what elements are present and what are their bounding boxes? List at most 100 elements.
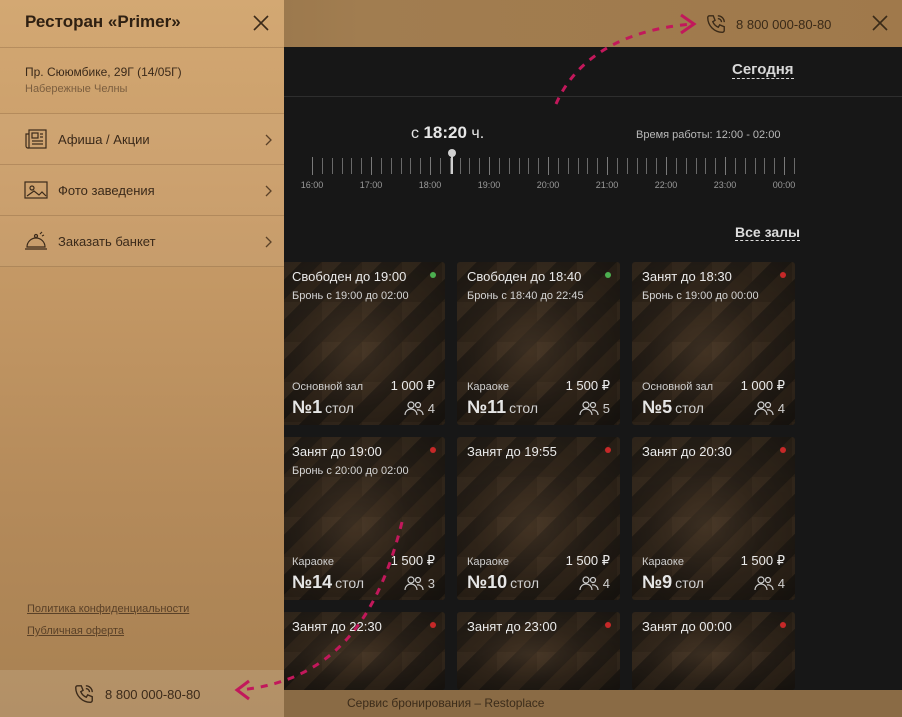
sidebar-menu: Афиша / Акции Фото заведения Заказать ба… [0, 114, 284, 267]
guests-icon [404, 401, 424, 416]
scale-tick [567, 158, 569, 174]
table-card[interactable]: Занят до 20:30 Караоке 1 500 ₽ №9 стол 4 [632, 437, 795, 600]
table-status: Занят до 18:30 [642, 269, 732, 284]
table-card[interactable]: Занят до 18:30 Бронь с 19:00 до 00:00 Осно… [632, 262, 795, 425]
phone-icon [707, 15, 725, 33]
scale-tick [675, 158, 677, 174]
table-hall: Караоке [467, 381, 509, 393]
scale-tick [321, 158, 323, 174]
guests-icon [754, 576, 774, 591]
table-card[interactable]: Свободен до 18:40 Бронь с 18:40 до 22:45 К… [457, 262, 620, 425]
scale-tick [548, 157, 549, 175]
guests-icon [579, 401, 599, 416]
time-prefix: с [411, 125, 419, 142]
close-icon[interactable] [251, 13, 271, 33]
cloche-icon [25, 231, 47, 250]
scale-tick [646, 158, 648, 174]
all-halls-filter[interactable]: Все залы [735, 225, 800, 241]
table-number-value: №9 [642, 572, 673, 592]
scale-tick [764, 158, 766, 174]
table-number: №11 стол [467, 397, 538, 418]
header-phone-link[interactable]: 8 800 000-80-80 [705, 13, 831, 35]
scale-tick [459, 158, 461, 174]
scale-tick [508, 158, 510, 174]
table-number: №1 стол [292, 397, 354, 418]
scale-tick [725, 157, 726, 175]
date-selector-today[interactable]: Сегодня [732, 61, 794, 79]
seats-count: 4 [777, 575, 785, 591]
scale-tick [666, 157, 667, 175]
table-seats: 4 [754, 400, 785, 416]
guests-icon [404, 576, 424, 591]
sidebar-item-photos[interactable]: Фото заведения [0, 165, 284, 216]
table-card[interactable]: Занят до 19:55 Караоке 1 500 ₽ №10 стол 4 [457, 437, 620, 600]
table-seats: 4 [579, 575, 610, 591]
scale-tick [685, 158, 687, 174]
scale-hour-label: 17:00 [359, 180, 383, 190]
sidebar-phone-link[interactable]: 8 800 000-80-80 [73, 683, 200, 705]
table-card[interactable]: Свободен до 19:00 Бронь с 19:00 до 02:00 О… [282, 262, 445, 425]
status-indicator [430, 272, 436, 278]
scale-tick [577, 158, 579, 174]
table-status: Занят до 22:30 [292, 619, 382, 634]
chevron-right-icon [265, 185, 272, 197]
table-card[interactable]: Занят до 22:30 [282, 612, 445, 690]
selected-time-label: с 18:20 ч. [411, 123, 484, 143]
scale-tick [390, 158, 392, 174]
scale-tick [656, 158, 658, 174]
public-offer-link[interactable]: Публичная оферта [27, 625, 124, 637]
scale-tick [715, 158, 717, 174]
scale-tick [774, 158, 776, 174]
sidebar-item-afisha[interactable]: Афиша / Акции [0, 114, 284, 165]
scale-tick [705, 158, 707, 174]
table-unit: стол [509, 400, 538, 416]
scale-tick [361, 158, 363, 174]
time-value: 18:20 [423, 123, 467, 142]
sidebar-item-label: Афиша / Акции [58, 131, 150, 147]
table-status: Свободен до 19:00 [292, 269, 407, 284]
scale-tick [744, 158, 746, 174]
guests-icon [754, 401, 774, 416]
seats-count: 4 [427, 400, 435, 416]
table-unit: стол [325, 400, 354, 416]
table-unit: стол [335, 575, 364, 591]
scale-tick [754, 158, 756, 174]
scale-tick [597, 158, 599, 174]
status-indicator [780, 622, 786, 628]
time-scale-slider[interactable]: 16:00 17:00 18:00 19:00 20:00 21:00 22:00 23:00… [294, 149, 795, 190]
work-hours: Время работы: 12:00 - 02:00 [636, 129, 781, 141]
scale-tick [312, 157, 313, 175]
scale-hour-label: 16:00 [300, 180, 324, 190]
guests-icon [579, 576, 599, 591]
table-unit: стол [510, 575, 539, 591]
sidebar-phone-bar: 8 800 000-80-80 [0, 670, 284, 717]
seats-count: 3 [427, 575, 435, 591]
table-price: 1 000 ₽ [740, 378, 785, 393]
restaurant-city: Набережные Челны [25, 83, 128, 95]
seats-count: 4 [602, 575, 610, 591]
privacy-policy-link[interactable]: Политика конфиденциальности [27, 603, 189, 615]
table-card[interactable]: Занят до 19:00 Бронь с 20:00 до 02:00 Кара… [282, 437, 445, 600]
scale-tick [380, 158, 382, 174]
table-card[interactable]: Занят до 23:00 [457, 612, 620, 690]
scale-tick [616, 158, 618, 174]
status-indicator [605, 447, 611, 453]
scale-tick [636, 158, 638, 174]
table-card[interactable]: Занят до 00:00 [632, 612, 795, 690]
service-credit: Сервис бронирования – Restoplace [347, 696, 545, 710]
close-icon[interactable] [870, 13, 890, 33]
sidebar-item-banquet[interactable]: Заказать банкет [0, 216, 284, 267]
scale-hour-label: 20:00 [536, 180, 560, 190]
scale-tick [793, 158, 795, 174]
table-unit: стол [675, 575, 704, 591]
table-status: Занят до 19:00 [292, 444, 382, 459]
table-number-value: №5 [642, 397, 673, 417]
scale-tick [449, 158, 451, 174]
scale-tick [420, 158, 422, 174]
scale-tick [410, 158, 412, 174]
scale-hour-label: 18:00 [418, 180, 442, 190]
table-price: 1 500 ₽ [565, 378, 610, 393]
scale-tick [400, 158, 402, 174]
scale-tick [341, 158, 343, 174]
scale-tick [626, 158, 628, 174]
